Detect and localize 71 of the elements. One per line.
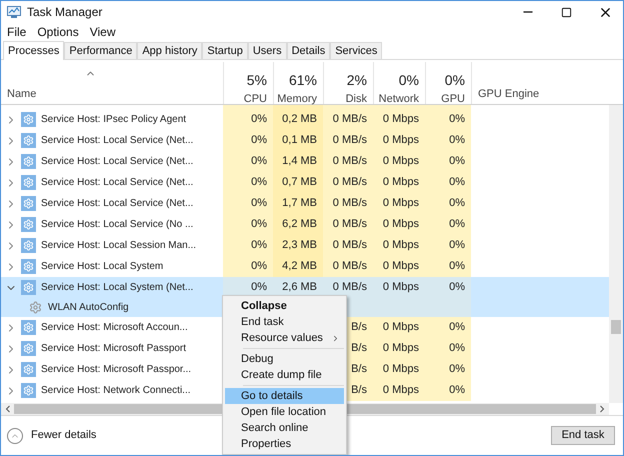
table-cell: 0 MB/s — [323, 214, 373, 235]
table-cell: 0% — [223, 172, 273, 193]
table-cell: 0% — [425, 338, 471, 359]
column-percent: 61% — [288, 71, 317, 90]
table-cell: 0% — [223, 235, 273, 256]
table-cell: 0 Mbps — [373, 380, 425, 401]
table-cell: 0% — [425, 109, 471, 130]
table-cell: 0,2 MB — [273, 109, 323, 130]
table-cell: 0% — [223, 109, 273, 130]
table-cell: 0 MB/s — [323, 172, 373, 193]
process-name: Service Host: Local System — [41, 260, 164, 274]
column-percent: 0% — [398, 71, 419, 90]
table-cell: 0% — [223, 193, 273, 214]
process-name: Service Host: Local Service (Net... — [41, 197, 194, 211]
process-name: Service Host: Local Service (Net... — [41, 155, 194, 169]
table-cell: 0% — [425, 130, 471, 151]
table-cell: 0% — [425, 256, 471, 277]
process-name: Service Host: Microsoft Passport — [41, 342, 186, 356]
table-cell: 0% — [425, 151, 471, 172]
window-title: Task Manager — [27, 4, 102, 21]
table-cell: 2,3 MB — [273, 235, 323, 256]
table-cell: 0 Mbps — [373, 277, 425, 298]
column-percent: 2% — [346, 71, 367, 90]
table-cell: 1,4 MB — [273, 151, 323, 172]
column-percent: 5% — [246, 71, 267, 90]
table-cell: 0% — [425, 277, 471, 298]
table-cell: 0 MB/s — [323, 256, 373, 277]
table-cell: 1,7 MB — [273, 193, 323, 214]
table-cell: 0% — [425, 214, 471, 235]
process-name: Service Host: Network Connecti... — [41, 384, 190, 398]
table-cell: 0 Mbps — [373, 193, 425, 214]
table-cell: 0% — [425, 172, 471, 193]
table-cell: 0 MB/s — [323, 109, 373, 130]
table-cell: 0% — [425, 380, 471, 401]
table-cell: 0 Mbps — [373, 338, 425, 359]
table-cell: 0% — [223, 151, 273, 172]
table-cell: 0 MB/s — [323, 193, 373, 214]
table-cell: 6,2 MB — [273, 214, 323, 235]
process-name: Service Host: Local System (Net... — [41, 281, 194, 295]
table-cell: 0 MB/s — [323, 130, 373, 151]
process-name: Service Host: IPsec Policy Agent — [41, 113, 186, 127]
table-cell: 0 MB/s — [323, 277, 373, 298]
table-cell: 0 MB/s — [323, 235, 373, 256]
table-cell: 4,2 MB — [273, 256, 323, 277]
table-cell: 0 Mbps — [373, 256, 425, 277]
table-cell: 0 Mbps — [373, 151, 425, 172]
table-cell: 0% — [425, 317, 471, 338]
process-name: Service Host: Local Service (Net... — [41, 134, 194, 148]
table-cell: 0% — [223, 130, 273, 151]
table-cell: 0 Mbps — [373, 214, 425, 235]
table-cell: 0 Mbps — [373, 109, 425, 130]
table-cell: 0 Mbps — [373, 317, 425, 338]
table-cell: 0,1 MB — [273, 130, 323, 151]
table-cell: 0 MB/s — [323, 151, 373, 172]
table-cell: 0 Mbps — [373, 235, 425, 256]
table-cell: 0% — [425, 235, 471, 256]
table-cell: 0 Mbps — [373, 130, 425, 151]
process-name: Service Host: Local Session Man... — [41, 239, 196, 253]
table-cell: 0% — [223, 256, 273, 277]
service-name: WLAN AutoConfig — [48, 301, 129, 315]
process-name: Service Host: Local Service (Net... — [41, 176, 194, 190]
table-cell: 0 Mbps — [373, 359, 425, 380]
column-percent: 0% — [444, 71, 465, 90]
table-cell: 0% — [223, 214, 273, 235]
table-cell: 0,7 MB — [273, 172, 323, 193]
process-name: Service Host: Local Service (No ... — [41, 218, 194, 232]
table-cell: 0 Mbps — [373, 172, 425, 193]
table-cell: 0% — [425, 359, 471, 380]
process-name: Service Host: Microsoft Passpor... — [41, 363, 192, 377]
process-name: Service Host: Microsoft Accoun... — [41, 321, 188, 335]
table-cell: 0% — [425, 193, 471, 214]
